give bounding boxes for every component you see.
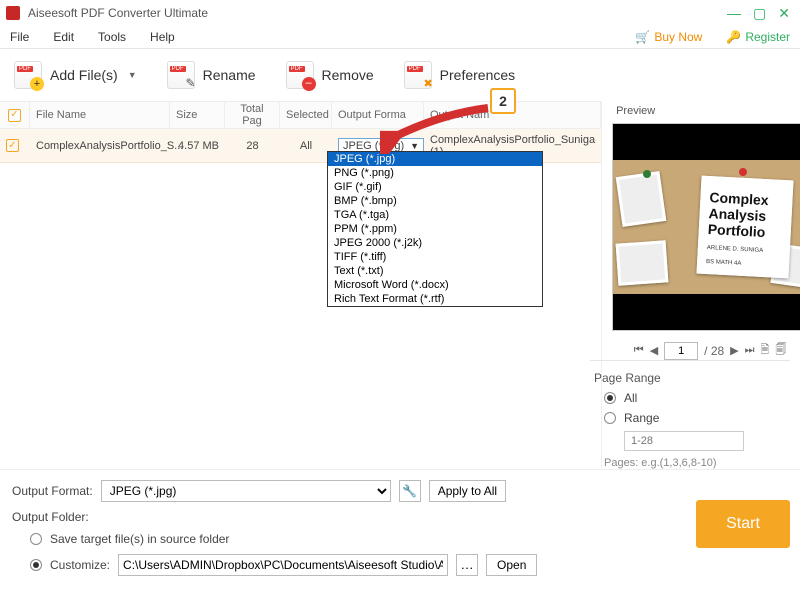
preview-image: Complex Analysis Portfolio ARLENE D. SUN… [613, 160, 800, 294]
dropdown-option[interactable]: JPEG (*.jpg) [328, 152, 542, 166]
format-settings-button[interactable]: 🔧 [399, 480, 421, 502]
last-page-button[interactable]: ⏭ [745, 344, 755, 357]
dropdown-option[interactable]: GIF (*.gif) [328, 180, 542, 194]
minimize-button[interactable]: — [727, 5, 741, 22]
save-source-radio[interactable] [30, 533, 42, 545]
caret-down-icon: ▼ [410, 141, 419, 151]
remove-icon: PDF [286, 61, 314, 89]
add-file-icon: PDF [14, 61, 42, 89]
preview-box: Complex Analysis Portfolio ARLENE D. SUN… [612, 123, 800, 331]
cell-size: 4.57 MB [170, 140, 225, 152]
menu-bar: File Edit Tools Help 🛒Buy Now 🔑Register [0, 26, 800, 48]
menu-tools[interactable]: Tools [98, 30, 126, 44]
output-format-select[interactable]: JPEG (*.jpg) [101, 480, 391, 502]
buy-now-link[interactable]: 🛒Buy Now [635, 30, 702, 44]
toolbar: PDF Add File(s)▼ PDF Rename PDF Remove P… [0, 49, 800, 101]
output-folder-label: Output Folder: [12, 510, 89, 524]
wrench-icon: 🔧 [402, 484, 417, 498]
add-files-button[interactable]: PDF Add File(s)▼ [14, 61, 137, 89]
header-outname[interactable]: Output Nam [424, 102, 601, 128]
page-range-all-label: All [624, 391, 637, 405]
header-format[interactable]: Output Forma [332, 102, 424, 128]
format-dropdown-list[interactable]: JPEG (*.jpg) PNG (*.png) GIF (*.gif) BMP… [327, 151, 543, 307]
preview-label: Preview [616, 105, 800, 117]
app-logo [6, 6, 20, 20]
header-size[interactable]: Size [170, 102, 225, 128]
cell-filename: ComplexAnalysisPortfolio_S... [30, 140, 170, 152]
cell-pages: 28 [225, 140, 280, 152]
pager: ⏮ ◀ / 28 ▶ ⏭ 🗎 🗐 [612, 341, 800, 360]
page-range-all-radio[interactable] [604, 392, 616, 404]
caret-down-icon: ▼ [128, 70, 137, 80]
row-checkbox[interactable]: ✓ [6, 139, 19, 152]
first-page-button[interactable]: ⏮ [634, 344, 644, 357]
page-input[interactable] [664, 342, 698, 360]
cell-selected: All [280, 140, 332, 152]
output-path-input[interactable] [118, 554, 448, 576]
page-range-range-radio[interactable] [604, 412, 616, 424]
dropdown-option[interactable]: TGA (*.tga) [328, 208, 542, 222]
start-button[interactable]: Start [696, 500, 790, 548]
header-filename[interactable]: File Name [30, 102, 170, 128]
open-folder-button[interactable]: Open [486, 554, 537, 576]
dropdown-option[interactable]: BMP (*.bmp) [328, 194, 542, 208]
rename-icon: PDF [167, 61, 195, 89]
dropdown-option[interactable]: JPEG 2000 (*.j2k) [328, 236, 542, 250]
register-link[interactable]: 🔑Register [726, 30, 790, 44]
header-selected[interactable]: Selected [280, 102, 332, 128]
customize-label: Customize: [50, 558, 110, 572]
export-page-icon[interactable]: 🗐 [775, 341, 786, 360]
apply-to-all-button[interactable]: Apply to All [429, 480, 506, 502]
maximize-button[interactable]: ▢ [753, 5, 766, 22]
table-header: ✓ File Name Size Total Pag Selected Outp… [0, 101, 601, 129]
snapshot-icon[interactable]: 🗎 [761, 341, 770, 360]
page-range-hint: Pages: e.g.(1,3,6,8-10) [604, 457, 790, 469]
page-total: / 28 [704, 344, 724, 358]
remove-button[interactable]: PDF Remove [286, 61, 374, 89]
preferences-button[interactable]: PDF Preferences [404, 61, 515, 89]
dropdown-option[interactable]: Text (*.txt) [328, 264, 542, 278]
window-title: Aiseesoft PDF Converter Ultimate [28, 6, 727, 20]
dropdown-option[interactable]: Rich Text Format (*.rtf) [328, 292, 542, 306]
menu-file[interactable]: File [10, 30, 29, 44]
page-range-header: Page Range [594, 371, 790, 385]
close-button[interactable]: ✕ [778, 5, 790, 22]
select-all-checkbox[interactable]: ✓ [8, 109, 21, 122]
rename-button[interactable]: PDF Rename [167, 61, 256, 89]
output-format-label: Output Format: [12, 484, 93, 498]
title-bar: Aiseesoft PDF Converter Ultimate — ▢ ✕ [0, 0, 800, 26]
page-range-range-label: Range [624, 411, 659, 425]
save-source-label: Save target file(s) in source folder [50, 532, 229, 546]
dropdown-option[interactable]: TIFF (*.tiff) [328, 250, 542, 264]
browse-button[interactable]: … [456, 554, 478, 576]
dropdown-option[interactable]: Microsoft Word (*.docx) [328, 278, 542, 292]
preferences-icon: PDF [404, 61, 432, 89]
cart-icon: 🛒 [635, 30, 650, 44]
header-pages[interactable]: Total Pag [225, 102, 280, 128]
next-page-button[interactable]: ▶ [730, 344, 738, 357]
page-range-input[interactable] [624, 431, 744, 451]
prev-page-button[interactable]: ◀ [650, 344, 658, 357]
dropdown-option[interactable]: PNG (*.png) [328, 166, 542, 180]
menu-edit[interactable]: Edit [53, 30, 74, 44]
dropdown-option[interactable]: PPM (*.ppm) [328, 222, 542, 236]
key-icon: 🔑 [726, 30, 741, 44]
menu-help[interactable]: Help [150, 30, 175, 44]
customize-radio[interactable] [30, 559, 42, 571]
